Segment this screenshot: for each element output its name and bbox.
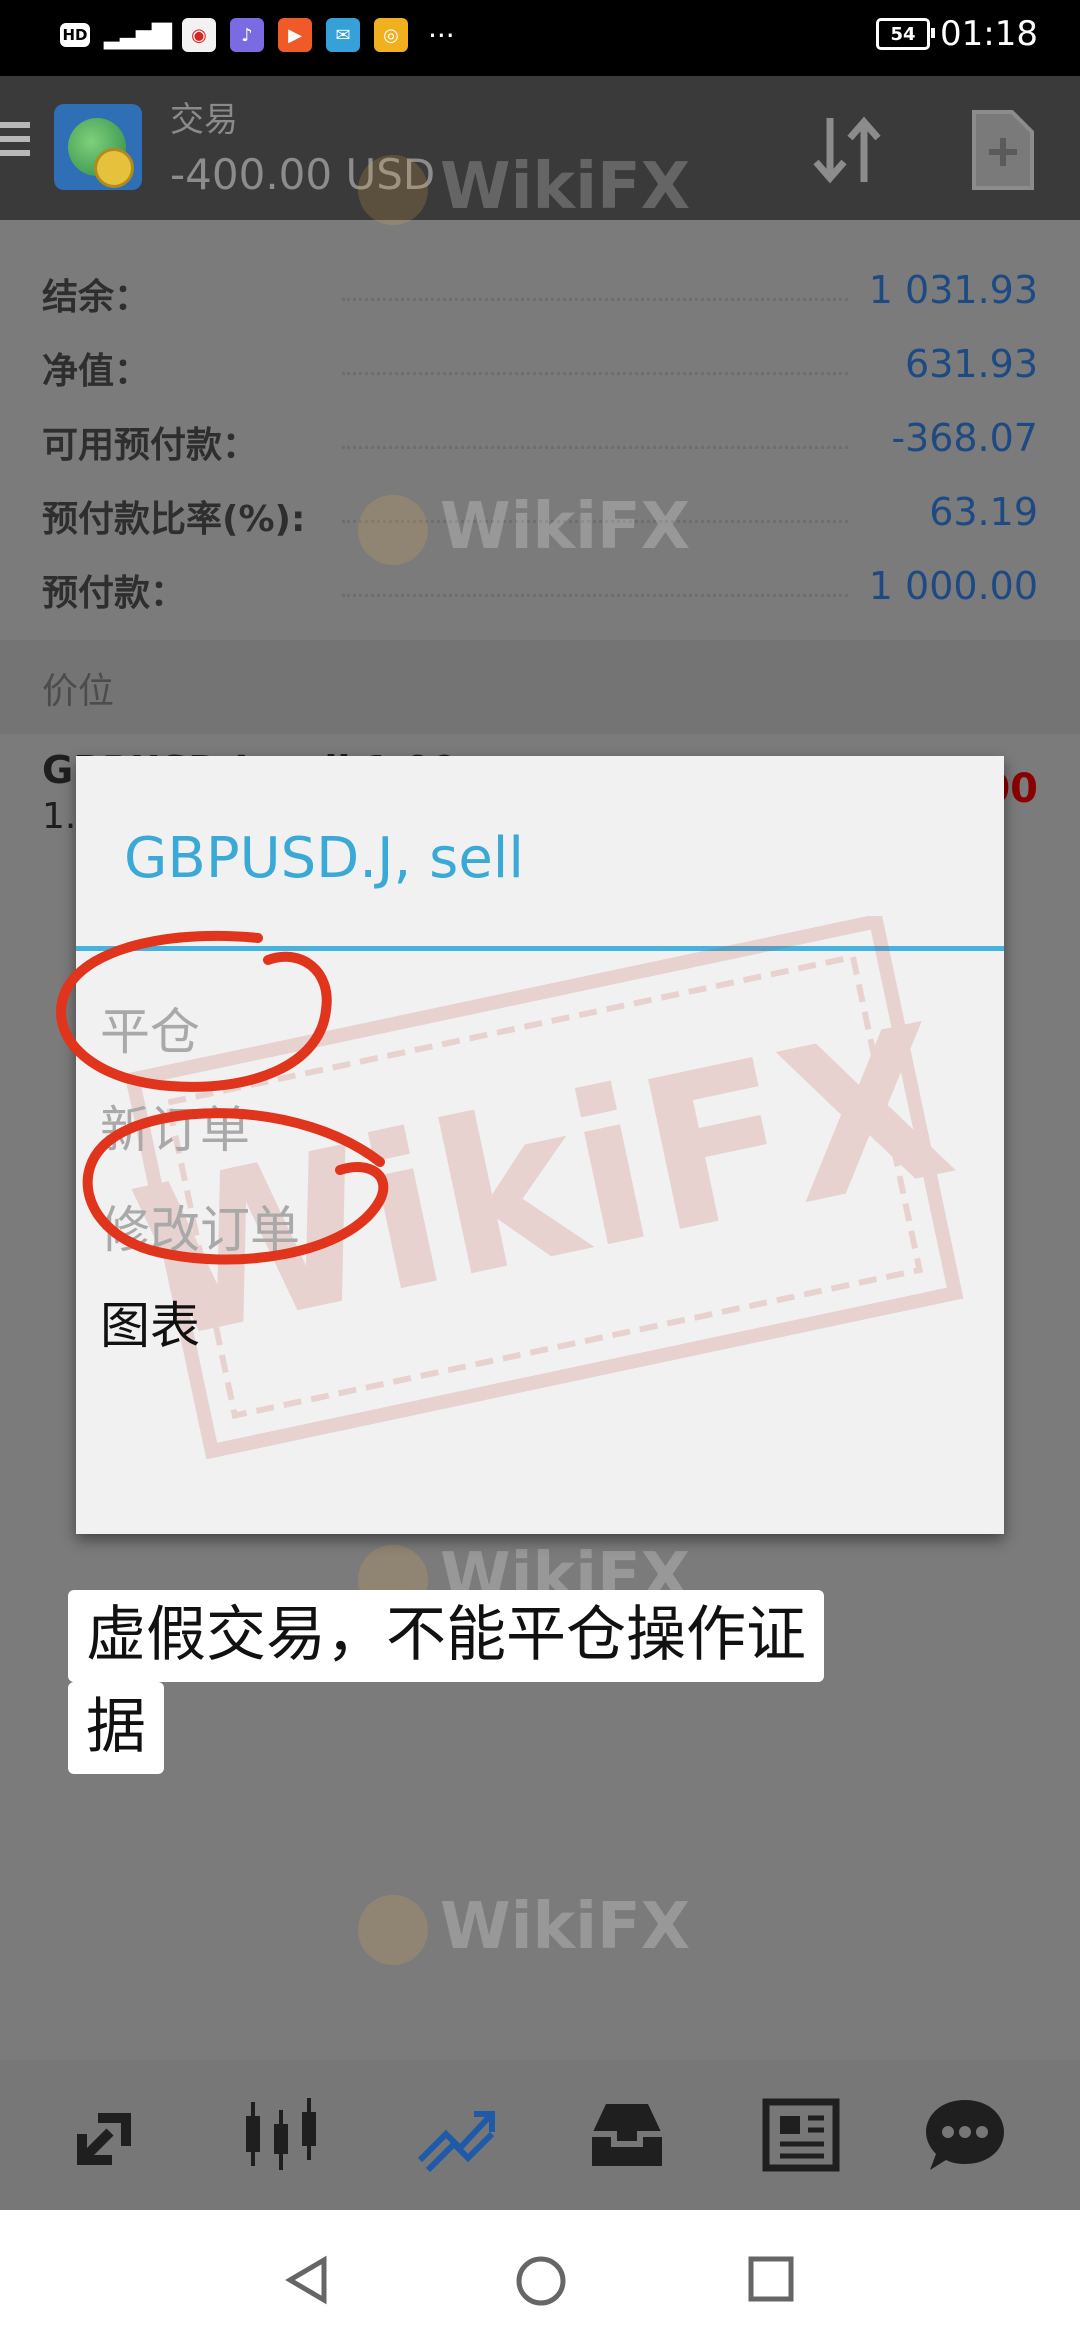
account-value: 63.19 — [929, 490, 1038, 534]
account-summary: 结余： 1 031.93 净值： 631.93 可用预付款： -368.07 预… — [0, 220, 1080, 640]
hd-icon: HD — [60, 23, 90, 47]
dotted-leader — [342, 594, 848, 597]
back-icon[interactable] — [282, 2254, 332, 2306]
new-order-icon[interactable] — [968, 108, 1038, 192]
chat-icon[interactable] — [920, 2090, 1010, 2180]
news-icon[interactable] — [756, 2090, 846, 2180]
watermark-text: WikiFX — [440, 150, 691, 224]
account-value: 631.93 — [905, 342, 1038, 386]
watermark-seal-icon — [358, 495, 428, 566]
history-icon[interactable] — [582, 2090, 672, 2180]
app-logo — [54, 104, 142, 190]
account-label: 预付款： — [42, 573, 187, 614]
order-context-dialog: GBPUSD.J, sell WikiFX 平仓 新订单 修改订单 图表 — [76, 756, 1004, 1534]
account-value: 1 000.00 — [868, 564, 1038, 608]
dialog-title: GBPUSD.J, sell — [124, 826, 524, 891]
account-row-free-margin: 可用预付款： -368.07 — [42, 398, 1038, 472]
browser-app-icon: ◎ — [373, 18, 408, 52]
status-right: 54 01:18 — [876, 14, 1038, 54]
page-title: 交易 — [170, 100, 238, 140]
watermark: WikiFX — [358, 490, 691, 566]
music-app-icon: ♪ — [229, 18, 264, 52]
menu-item-chart[interactable]: 图表 — [100, 1250, 980, 1380]
coin-icon — [94, 148, 134, 188]
caption-line-2: 据 — [68, 1682, 164, 1774]
watermark-seal-icon — [358, 1895, 428, 1966]
chart-icon[interactable] — [236, 2090, 326, 2180]
battery-icon: 54 — [876, 18, 936, 50]
watermark-seal-icon — [358, 155, 428, 226]
status-icons: HD ▂▃▅▇ ◉ ♪ ▶ ✉ ◎ ··· — [60, 18, 455, 52]
account-value: 1 031.93 — [868, 268, 1038, 312]
watermark-text: WikiFX — [440, 1890, 691, 1964]
menu-icon[interactable] — [0, 122, 32, 162]
dotted-leader — [342, 446, 848, 449]
account-label: 可用预付款： — [42, 425, 259, 466]
status-bar: HD ▂▃▅▇ ◉ ♪ ▶ ✉ ◎ ··· 54 01:18 — [0, 0, 1080, 76]
recents-icon[interactable] — [746, 2254, 796, 2304]
watermark: WikiFX — [358, 150, 691, 226]
dotted-leader — [342, 372, 848, 375]
bottom-navigation — [0, 2060, 1080, 2210]
trade-icon[interactable] — [410, 2090, 500, 2180]
watermark: WikiFX — [358, 1890, 691, 1966]
system-navigation — [0, 2212, 1080, 2340]
watermark-text: WikiFX — [440, 490, 691, 564]
clock: 01:18 — [940, 14, 1038, 54]
account-label: 结余： — [42, 277, 151, 318]
account-row-balance: 结余： 1 031.93 — [42, 250, 1038, 324]
account-label: 净值： — [42, 351, 151, 392]
home-icon[interactable] — [514, 2254, 568, 2308]
account-row-equity: 净值： 631.93 — [42, 324, 1038, 398]
menu-item-label: 图表 — [100, 1297, 200, 1355]
section-header-label: 价位 — [42, 671, 115, 712]
battery-level: 54 — [890, 23, 916, 45]
quotes-icon[interactable] — [68, 2090, 158, 2180]
menu-item-label: 新订单 — [100, 1101, 250, 1159]
signal-icon: ▂▃▅▇ — [104, 20, 172, 50]
section-header-prices: 价位 — [0, 640, 1080, 734]
account-label: 预付款比率(%): — [42, 499, 306, 540]
more-notifications-icon: ··· — [427, 18, 455, 52]
evidence-caption: 虚假交易，不能平仓操作证 据 — [68, 1590, 948, 1774]
account-value: -368.07 — [891, 416, 1038, 460]
caption-line-1: 虚假交易，不能平仓操作证 — [68, 1590, 824, 1682]
sort-icon[interactable] — [808, 110, 888, 190]
video-app-icon: ▶ — [277, 18, 312, 52]
message-app-icon: ✉ — [325, 18, 360, 52]
weibo-app-icon: ◉ — [181, 18, 216, 52]
dotted-leader — [342, 298, 848, 301]
